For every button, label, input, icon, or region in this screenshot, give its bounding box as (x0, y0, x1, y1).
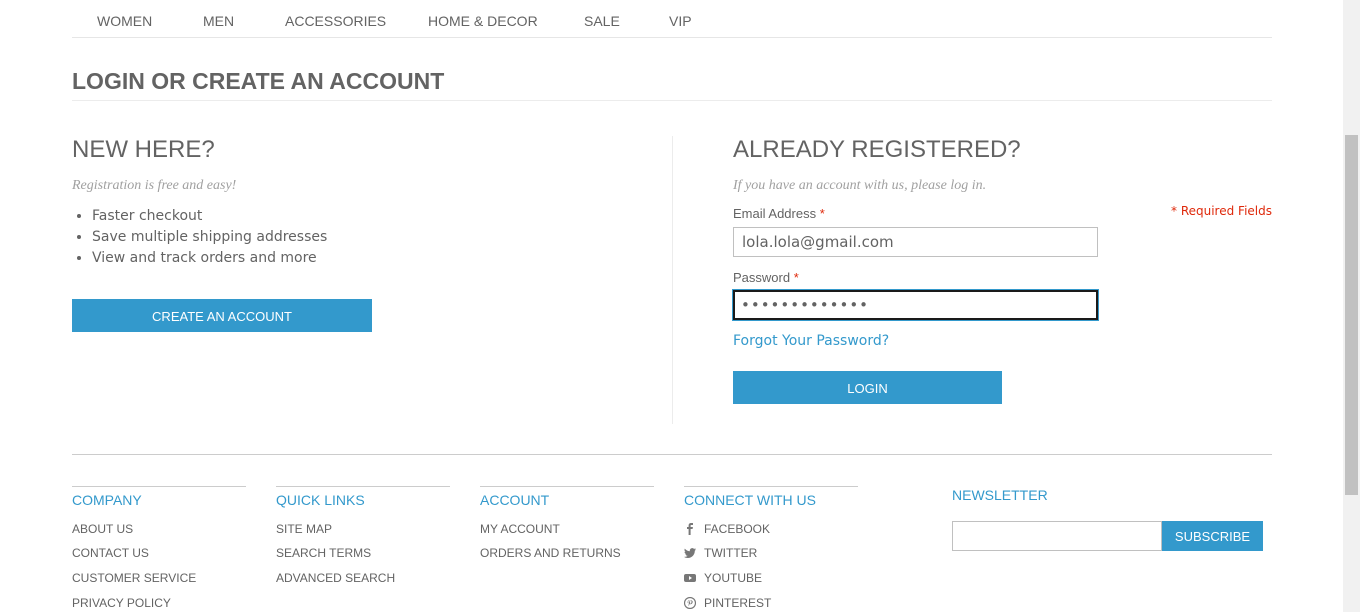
footer-col-quick-links: QUICK LINKS SITE MAP SEARCH TERMS ADVANC… (276, 486, 450, 585)
subscribe-button[interactable]: SUBSCRIBE (1162, 521, 1263, 551)
footer-col-account: ACCOUNT MY ACCOUNT ORDERS AND RETURNS (480, 486, 654, 560)
footer-link-orders-returns[interactable]: ORDERS AND RETURNS (480, 546, 621, 560)
password-field[interactable]: ••••••••••••• (733, 290, 1098, 320)
nav-item-women[interactable]: WOMEN (97, 13, 152, 29)
email-field[interactable]: lola.lola@gmail.com (733, 227, 1098, 257)
footer-link-facebook[interactable]: FACEBOOK (684, 522, 770, 536)
required-star: * (793, 270, 799, 285)
footer-col-title: QUICK LINKS (276, 492, 365, 508)
footer-link-my-account[interactable]: MY ACCOUNT (480, 522, 560, 536)
scrollbar-thumb[interactable] (1345, 135, 1358, 495)
nav-item-sale[interactable]: SALE (584, 13, 620, 29)
footer-link-search-terms[interactable]: SEARCH TERMS (276, 546, 371, 560)
login-heading: ALREADY REGISTERED? (733, 136, 1021, 163)
benefit-item: Save multiple shipping addresses (92, 227, 327, 248)
pinterest-icon (683, 596, 697, 610)
footer-link-about-us[interactable]: ABOUT US (72, 522, 133, 536)
required-star: * (819, 206, 825, 221)
youtube-icon (684, 572, 696, 584)
footer-link-contact-us[interactable]: CONTACT US (72, 546, 149, 560)
twitter-icon (684, 547, 696, 559)
nav-item-men[interactable]: MEN (203, 13, 234, 29)
benefits-list: Faster checkout Save multiple shipping a… (72, 206, 327, 269)
benefit-item: Faster checkout (92, 206, 327, 227)
footer-link-twitter[interactable]: TWITTER (684, 546, 757, 560)
create-account-button[interactable]: CREATE AN ACCOUNT (72, 299, 372, 332)
footer-link-privacy-policy[interactable]: PRIVACY POLICY (72, 596, 171, 610)
login-intro: If you have an account with us, please l… (733, 178, 987, 193)
email-label: Email Address * (733, 206, 825, 221)
footer-link-youtube[interactable]: YOUTUBE (684, 571, 762, 585)
forgot-password-link[interactable]: Forgot Your Password? (733, 333, 889, 349)
footer-col-title: CONNECT WITH US (684, 492, 816, 508)
footer-link-customer-service[interactable]: CUSTOMER SERVICE (72, 571, 196, 585)
new-customer-section: NEW HERE? Registration is free and easy!… (72, 136, 673, 424)
facebook-icon (684, 523, 696, 535)
new-customer-heading: NEW HERE? (72, 136, 215, 163)
footer: COMPANY ABOUT US CONTACT US CUSTOMER SER… (72, 454, 1272, 610)
password-label: Password * (733, 270, 799, 285)
footer-col-title: COMPANY (72, 492, 142, 508)
newsletter-title: NEWSLETTER (952, 487, 1048, 503)
page-title: LOGIN OR CREATE AN ACCOUNT (72, 68, 1272, 101)
benefit-item: View and track orders and more (92, 248, 327, 269)
newsletter-email-input[interactable] (952, 521, 1162, 551)
footer-col-title: ACCOUNT (480, 492, 550, 508)
required-fields-note: * Required Fields (1171, 204, 1272, 218)
footer-col-company: COMPANY ABOUT US CONTACT US CUSTOMER SER… (72, 486, 246, 610)
new-customer-intro: Registration is free and easy! (72, 178, 237, 193)
nav-item-home-decor[interactable]: HOME & DECOR (428, 13, 538, 29)
footer-link-advanced-search[interactable]: ADVANCED SEARCH (276, 571, 395, 585)
page-scrollbar[interactable] (1343, 0, 1360, 612)
nav-item-accessories[interactable]: ACCESSORIES (285, 13, 386, 29)
footer-link-site-map[interactable]: SITE MAP (276, 522, 332, 536)
footer-link-pinterest[interactable]: PINTEREST (683, 596, 771, 610)
footer-col-connect: CONNECT WITH US FACEBOOK TWITTER YOUTUBE… (683, 486, 858, 610)
main-nav: WOMEN MEN ACCESSORIES HOME & DECOR SALE … (72, 0, 1272, 38)
nav-item-vip[interactable]: VIP (669, 13, 692, 29)
login-button[interactable]: LOGIN (733, 371, 1002, 404)
